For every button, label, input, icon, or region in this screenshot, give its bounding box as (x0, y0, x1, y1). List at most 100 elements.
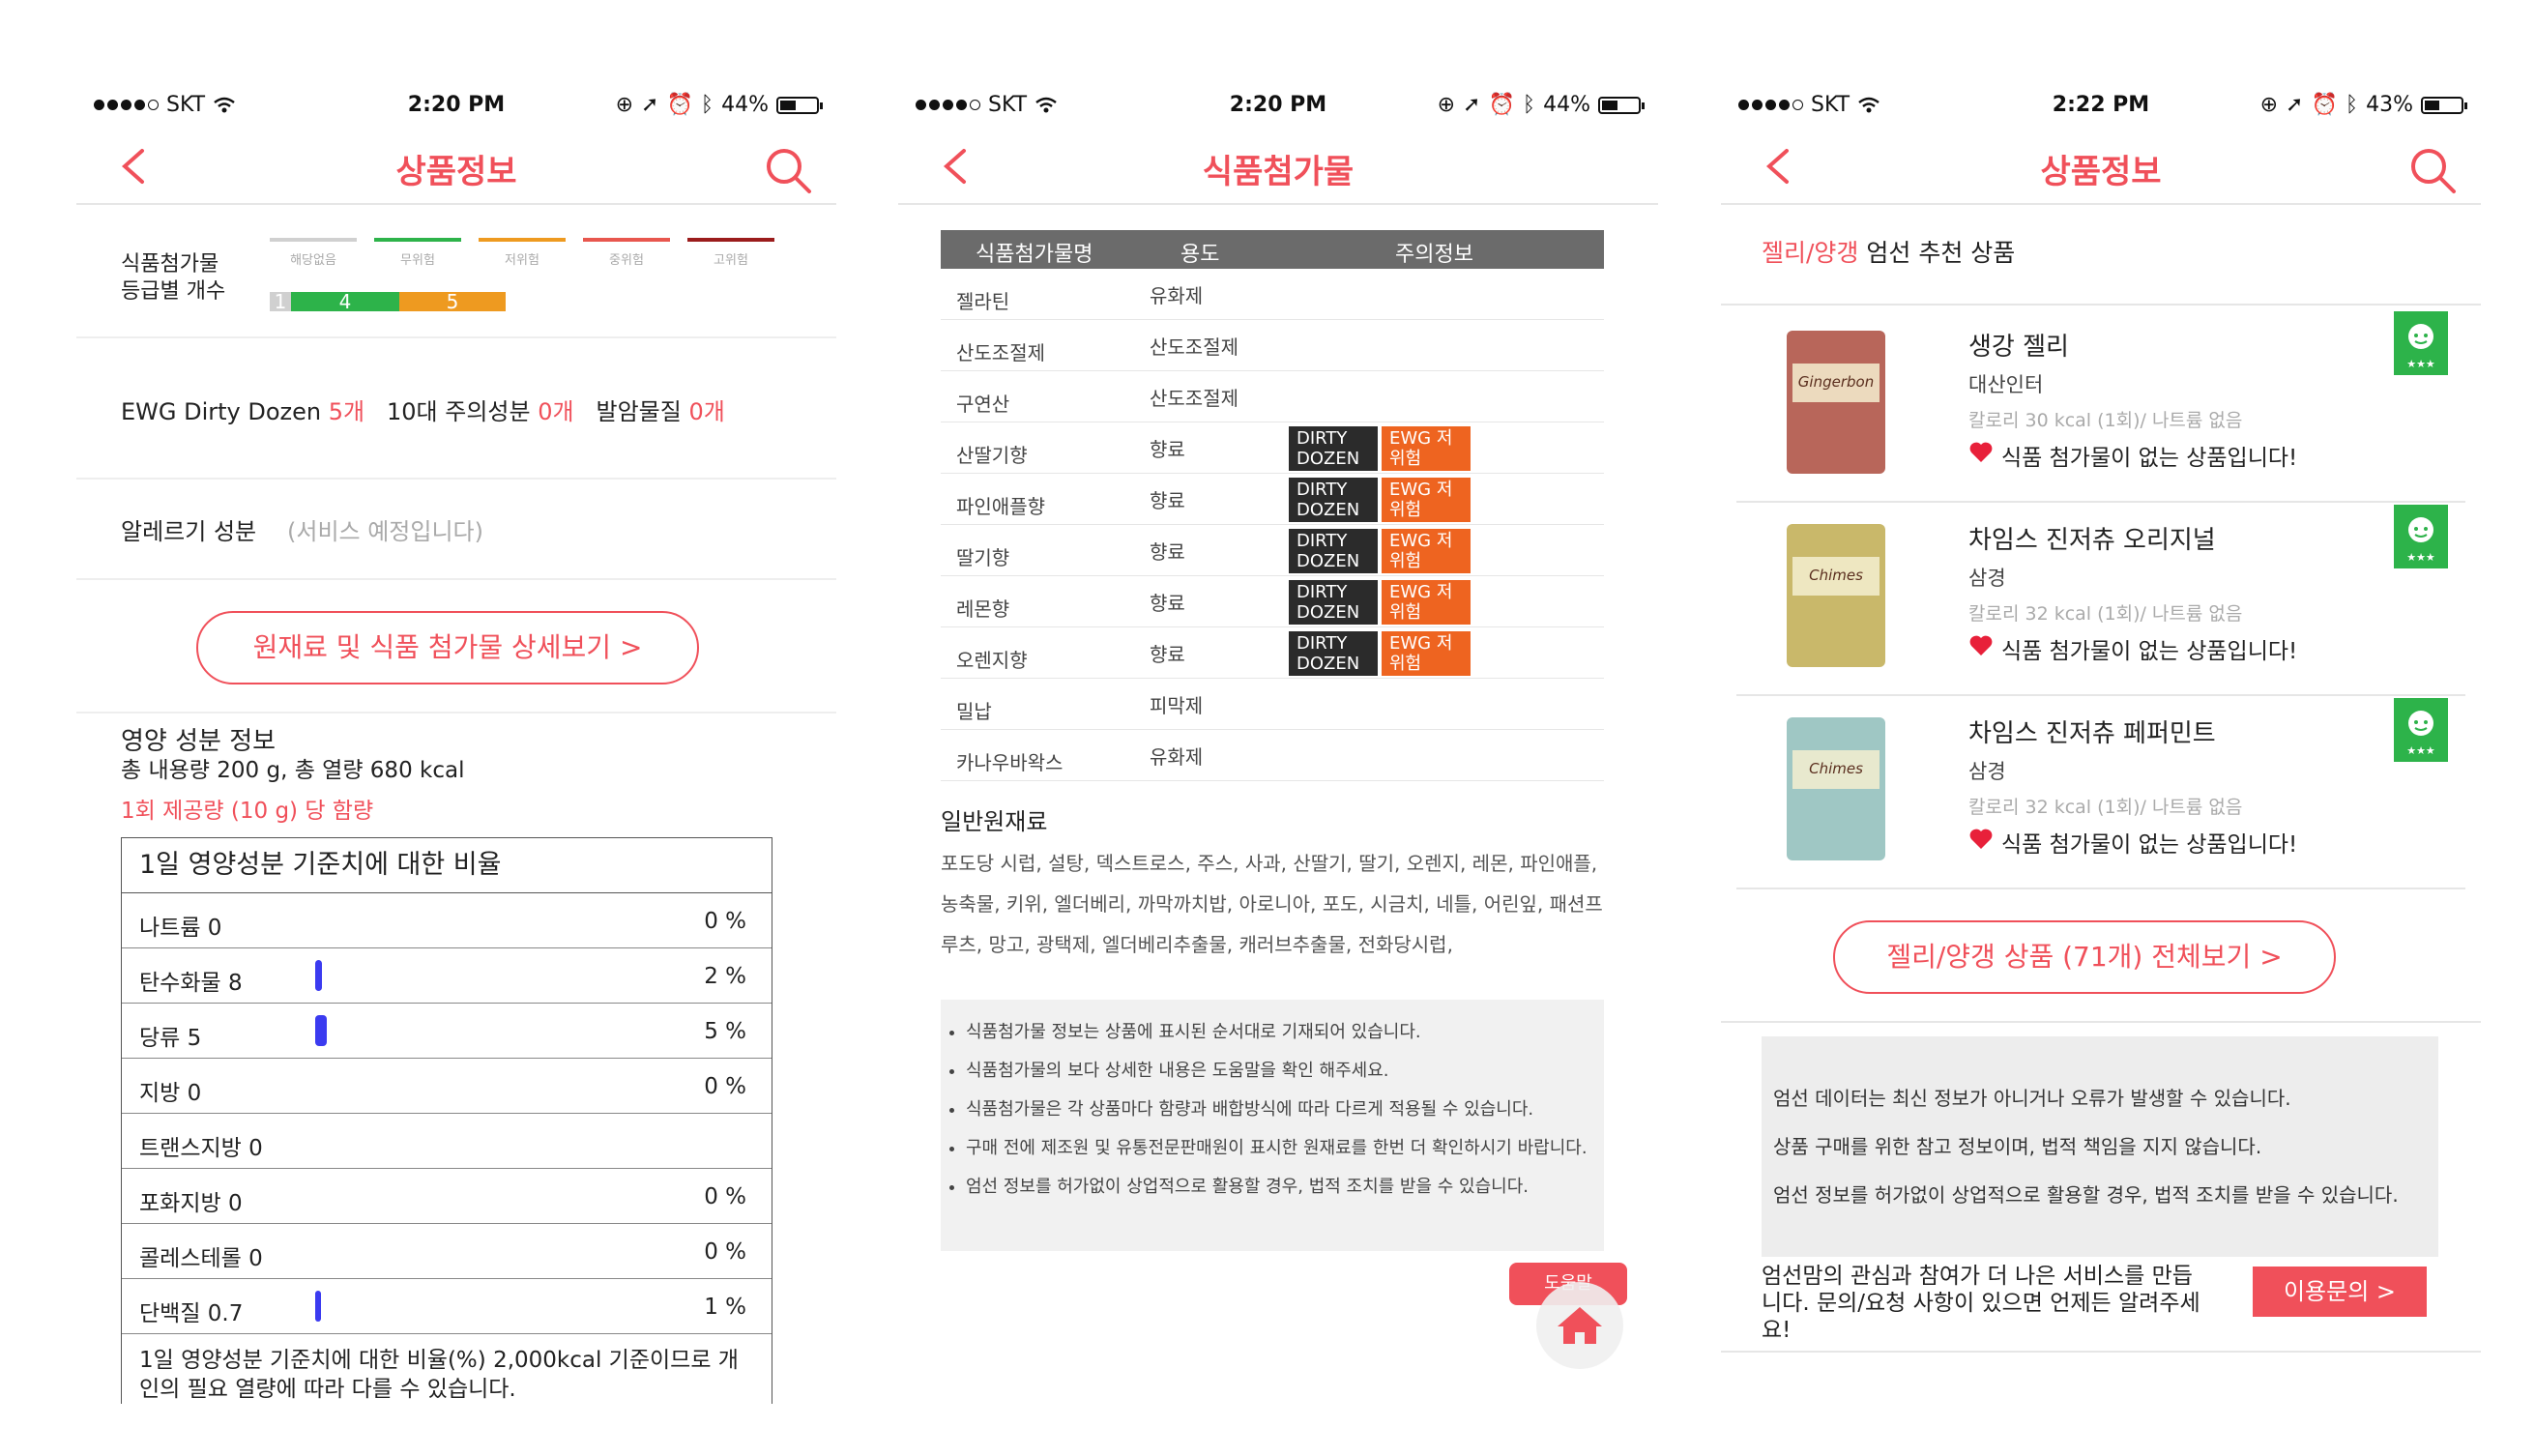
ewg-dirty-count: 5개 (328, 398, 365, 425)
rotation-lock-icon: ⊕ (615, 93, 634, 117)
inquiry-button[interactable]: 이용문의 > (2253, 1267, 2427, 1317)
product-card[interactable]: Chimes 차임스 진저츄 페퍼민트 삼경 칼로리 32 kcal (1회)/ 나트… (1736, 694, 2465, 889)
raw-material-text: 포도당 시럽, 설탕, 덱스트로스, 주스, 사과, 산딸기, 딸기, 오렌지,… (941, 852, 1603, 956)
additive-name: 산딸기향 (956, 444, 1028, 467)
disclaimer-line: 상품 구매를 위한 참고 정보이며, 법적 책임을 지지 않습니다. (1773, 1135, 2262, 1158)
nutrition-table: 1일 영양성분 기준치에 대한 비율 나트륨 0 0 % 탄수화물 8 2 % 당류 5… (121, 837, 772, 1404)
no-additive-text: 식품 첨가물이 없는 상품입니다! (2001, 639, 2298, 664)
product-brand: 대산인터 (1968, 373, 2044, 396)
product-calorie: 칼로리 32 kcal (1회)/ 나트륨 없음 (1968, 603, 2243, 625)
notes-box: 식품첨가물 정보는 상품에 표시된 순서대로 기재되어 있습니다.식품첨가물의 … (941, 1000, 1604, 1251)
additive-rows: 젤라틴 유화제 산도조절제 산도조절제 구연산 산도조절제 산딸기향 향료 DIRTY DOZE… (941, 269, 1604, 781)
nutrition-row: 탄수화물 8 2 % (122, 948, 772, 1004)
search-icon[interactable] (763, 145, 813, 195)
product-name[interactable]: 차임스 진저츄 페퍼민트 (1968, 713, 2216, 749)
battery-icon (2421, 96, 2467, 114)
detail-button[interactable]: 원재료 및 식품 첨가물 상세보기 > (196, 611, 699, 684)
nutrition-serving: 1회 제공량 (10 g) 당 함량 (121, 799, 374, 824)
additive-use: 향료 (1150, 592, 1185, 615)
home-icon (1558, 1307, 1602, 1344)
additive-row: 카나우바왁스 유화제 (941, 730, 1604, 781)
battery-fill (780, 100, 796, 110)
alarm-icon: ⏰ (2311, 93, 2338, 117)
ewg-risk-badge: EWG 저위험 (1382, 529, 1471, 573)
additive-row: 산도조절제 산도조절제 (941, 320, 1604, 371)
header-use: 용도 (1180, 243, 1220, 267)
product-card[interactable]: Chimes 차임스 진저츄 오리지널 삼경 칼로리 32 kcal (1회)/ 나트… (1736, 501, 2465, 696)
home-button[interactable] (1536, 1282, 1623, 1369)
divider (1721, 1351, 2481, 1353)
battery-percent: 44% (1543, 93, 1590, 117)
additive-use: 유화제 (1150, 284, 1204, 307)
grade-level-name: 중위험 (609, 253, 644, 268)
grade-level-line (270, 238, 357, 242)
caution-label: 10대 주의성분 (387, 398, 531, 425)
page-title: 식품첨가물 (1202, 153, 1355, 191)
additive-grade-section: 식품첨가물 등급별 개수 해당없음 무위험 저위험 중위험 고위험 145 (76, 205, 836, 338)
additive-use: 향료 (1150, 643, 1185, 666)
battery-fill (1602, 100, 1617, 110)
additive-row: 젤라틴 유화제 (941, 269, 1604, 320)
no-additive-note: 식품 첨가물이 없는 상품입니다! (1968, 826, 2297, 859)
nutrition-row: 콜레스테롤 0 0 % (122, 1224, 772, 1279)
nutrition-rows: 나트륨 0 0 % 탄수화물 8 2 % 당류 5 5 % 지방 0 0 % 트랜스지방 0 포화… (122, 893, 772, 1334)
nutrition-row: 단백질 0.7 1 % (122, 1279, 772, 1334)
grade-label-line2: 등급별 개수 (121, 279, 226, 304)
grade-level-name: 무위험 (400, 253, 435, 268)
rotation-lock-icon: ⊕ (2259, 93, 2279, 117)
view-all-button[interactable]: 젤리/양갱 상품 (71개) 전체보기 > (1833, 920, 2336, 994)
ewg-risk-badge: EWG 저위험 (1382, 426, 1471, 471)
page-title: 상품정보 (2040, 153, 2162, 191)
additive-name: 레몬향 (956, 597, 1010, 621)
additive-name: 파인애플향 (956, 495, 1045, 518)
bluetooth-icon: ᛒ (2345, 93, 2359, 117)
page-title: 상품정보 (395, 153, 517, 191)
status-bar: SKT 2:22 PM ⊕ ➚ ⏰ ᛒ 43% (1721, 87, 2481, 126)
battery-percent: 44% (721, 93, 769, 117)
product-brand: 삼경 (1968, 760, 2006, 783)
grade-count-segment: 1 (270, 292, 291, 311)
nutrient-percent: 2 % (704, 964, 746, 989)
note-item: 식품첨가물은 각 상품마다 함량과 배합방식에 따라 다르게 적용될 수 있습니… (966, 1091, 1590, 1129)
nutrient-percent: 1 % (704, 1295, 746, 1320)
search-icon[interactable] (2407, 145, 2458, 195)
ewg-risk-badge: EWG 저위험 (1382, 631, 1471, 676)
detail-section: 원재료 및 식품 첨가물 상세보기 > (76, 580, 836, 713)
nutrient-percent: 0 % (704, 1074, 746, 1099)
dirty-dozen-badge: DIRTY DOZEN (1289, 580, 1378, 625)
battery-percent: 43% (2366, 93, 2413, 117)
product-info-screen: SKT 2:20 PM ⊕ ➚ ⏰ ᛒ 44% 상품정보 식품첨가물 등급별 개… (76, 70, 836, 1404)
product-card[interactable]: Gingerbon 생강 젤리 대산인터 칼로리 30 kcal (1회)/ 나트륨 … (1736, 307, 2465, 503)
allergy-section: 알레르기 성분 (서비스 예정입니다) (76, 480, 836, 580)
alarm-icon: ⏰ (1488, 93, 1515, 117)
safety-badge-icon: ★★★ (2394, 698, 2448, 762)
additive-use: 산도조절제 (1150, 335, 1238, 359)
additive-use: 향료 (1150, 489, 1185, 512)
nutrient-name: 탄수화물 8 (139, 971, 243, 996)
grade-level: 해당없음 (270, 238, 357, 268)
product-brand: 삼경 (1968, 567, 2006, 590)
product-name[interactable]: 생강 젤리 (1968, 327, 2069, 363)
location-icon: ➚ (641, 93, 659, 117)
no-additive-note: 식품 첨가물이 없는 상품입니다! (1968, 632, 2297, 665)
alarm-icon: ⏰ (666, 93, 693, 117)
disclaimer-line: 엄선 데이터는 최신 정보가 아니거나 오류가 발생할 수 있습니다. (1773, 1087, 2291, 1110)
grade-level-name: 해당없음 (290, 253, 336, 268)
grade-level: 저위험 (479, 238, 566, 268)
product-name[interactable]: 차임스 진저츄 오리지널 (1968, 520, 2216, 556)
additive-row: 오렌지향 향료 DIRTY DOZEN EWG 저위험 (941, 627, 1604, 679)
grade-label: 식품첨가물 등급별 개수 (121, 251, 225, 306)
additive-row: 레몬향 향료 DIRTY DOZEN EWG 저위험 (941, 576, 1604, 627)
no-additive-text: 식품 첨가물이 없는 상품입니다! (2001, 446, 2298, 471)
nav-bar: 상품정보 (1721, 128, 2481, 205)
additive-screen: SKT 2:20 PM ⊕ ➚ ⏰ ᛒ 44% 식품첨가물 식품첨가물명 용도 … (898, 70, 1658, 1404)
product-calorie: 칼로리 32 kcal (1회)/ 나트륨 없음 (1968, 797, 2243, 818)
additive-name: 카나우바왁스 (956, 751, 1064, 774)
heart-icon (1968, 441, 1994, 470)
svg-text:★★★: ★★★ (2406, 744, 2435, 757)
status-bar: SKT 2:20 PM ⊕ ➚ ⏰ ᛒ 44% (76, 87, 836, 126)
dirty-dozen-badge: DIRTY DOZEN (1289, 631, 1378, 676)
note-item: 식품첨가물 정보는 상품에 표시된 순서대로 기재되어 있습니다. (966, 1013, 1590, 1052)
additive-use: 향료 (1150, 438, 1185, 461)
note-item: 엄선 정보를 허가없이 상업적으로 활용할 경우, 법적 조치를 받을 수 있습… (966, 1168, 1590, 1207)
